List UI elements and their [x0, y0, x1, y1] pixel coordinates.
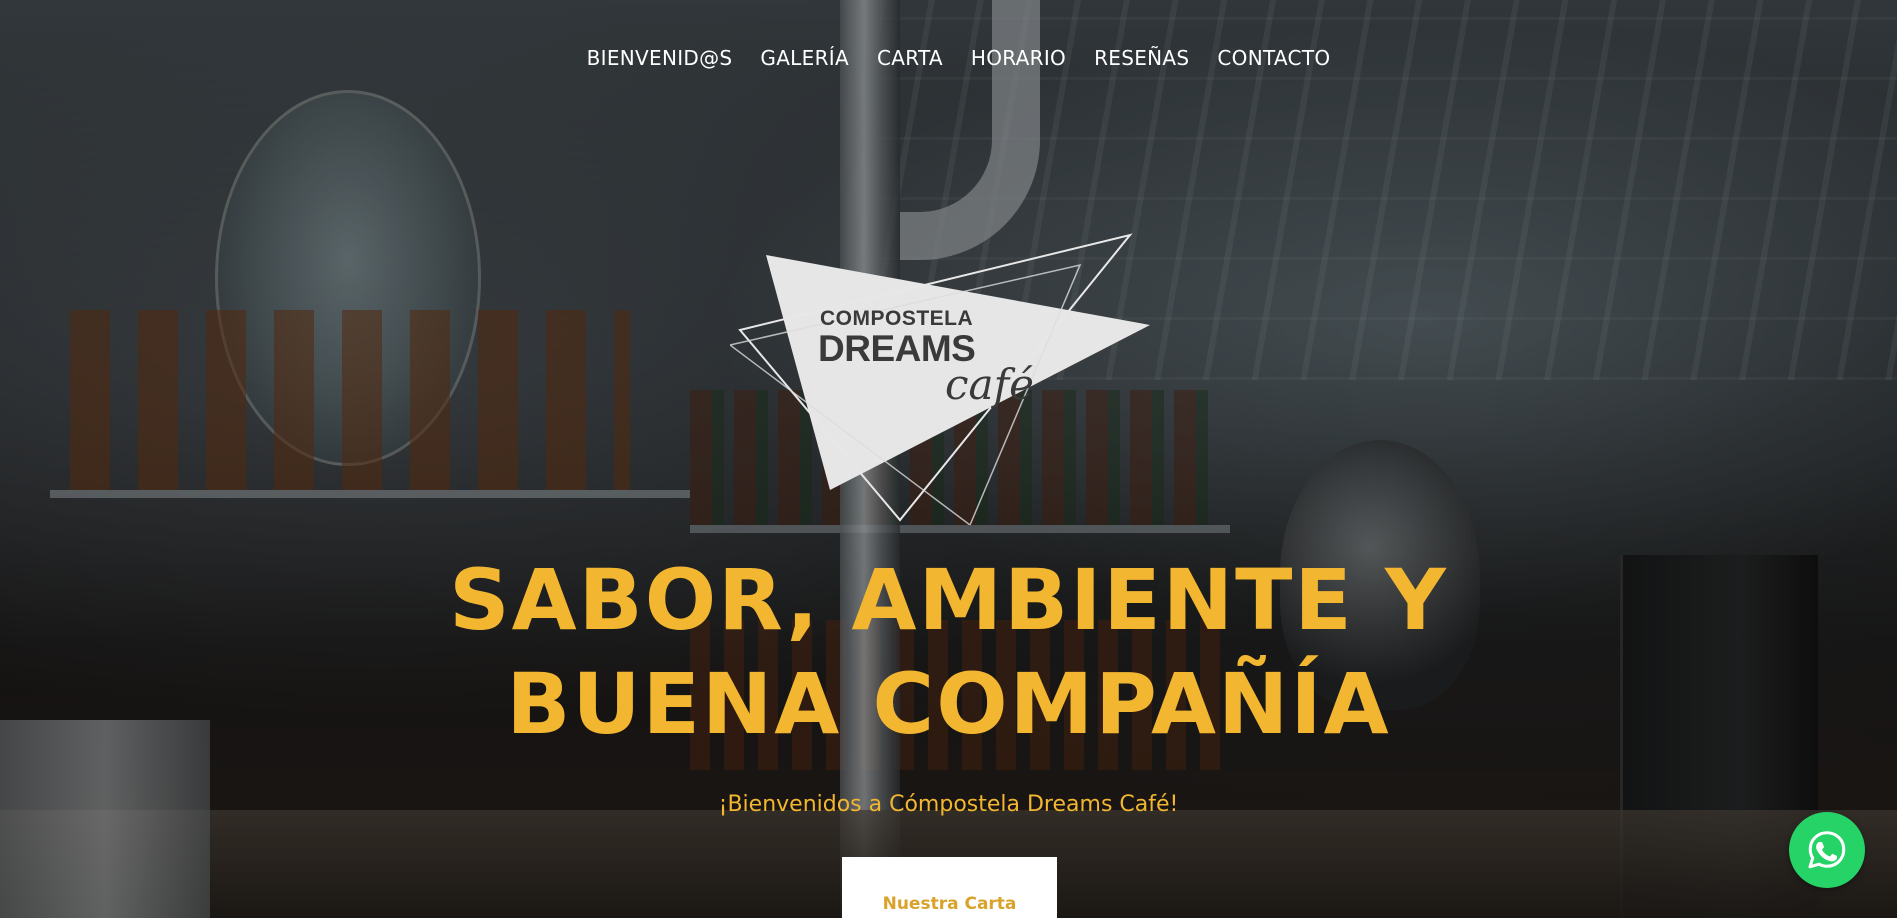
nav-item-contacto[interactable]: CONTACTO	[1217, 46, 1330, 70]
main-nav: BIENVENID@S GALERÍA CARTA HORARIO RESEÑA…	[0, 46, 1897, 70]
logo-wordmark: COMPOSTELA DREAMS café	[730, 225, 1170, 525]
nav-item-resenas[interactable]: RESEÑAS	[1094, 46, 1189, 70]
hero-section: BIENVENID@S GALERÍA CARTA HORARIO RESEÑA…	[0, 0, 1897, 918]
nuestra-carta-button[interactable]: Nuestra Carta	[842, 857, 1057, 918]
site-logo: COMPOSTELA DREAMS café	[730, 225, 1170, 525]
hero-headline: SABOR, AMBIENTE Y BUENA COMPAÑÍA	[0, 548, 1897, 756]
hero-subtitle: ¡Bienvenidos a Cómpostela Dreams Café!	[718, 792, 1179, 817]
nav-item-horario[interactable]: HORARIO	[971, 46, 1066, 70]
hero-headline-line1: SABOR, AMBIENTE Y	[449, 551, 1448, 649]
whatsapp-icon	[1808, 831, 1846, 869]
hero-headline-line2: BUENA COMPAÑÍA	[506, 655, 1391, 753]
logo-line-cafe: café	[945, 360, 1034, 409]
whatsapp-button[interactable]	[1789, 812, 1865, 888]
nav-item-bienvenidos[interactable]: BIENVENID@S	[587, 46, 733, 70]
nav-item-carta[interactable]: CARTA	[877, 46, 943, 70]
nav-item-galeria[interactable]: GALERÍA	[760, 46, 849, 70]
